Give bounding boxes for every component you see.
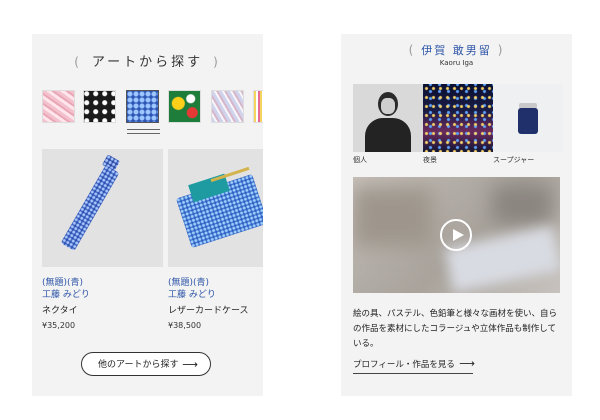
product-price: ¥35,200 — [42, 321, 76, 330]
video-blur-shape — [493, 185, 553, 225]
more-art-label: 他のアートから探す — [98, 360, 179, 370]
product-subtitle[interactable]: (無題)(青) — [168, 277, 263, 289]
video-blur-shape — [353, 187, 433, 247]
night-lights — [423, 84, 493, 152]
art-search-card: ( アートから探す) (無題)(青) 工藤 みどり ネクタイ ¥35,200 (無… — [32, 34, 263, 396]
paren-close: ) — [213, 55, 221, 69]
art-thumbnail-black-dots[interactable] — [83, 90, 116, 123]
profile-link-label: プロフィール・作品を見る — [353, 360, 455, 370]
gallery-image-portrait[interactable] — [353, 84, 423, 152]
portrait-face — [381, 98, 395, 114]
product-artist[interactable]: 工藤 みどり — [168, 289, 263, 302]
gallery-image-night-view[interactable] — [423, 84, 493, 152]
product-image-card-case[interactable] — [168, 149, 263, 267]
title-text: アートから探す — [91, 55, 204, 70]
artist-video[interactable] — [353, 177, 560, 293]
jar-body — [518, 108, 538, 134]
art-search-title: ( アートから探す) — [32, 51, 263, 70]
product-card[interactable]: (無題)(青) 工藤 みどり ネクタイ ¥35,200 — [42, 149, 163, 332]
artist-romanized-name: Kaoru Iga — [439, 59, 474, 67]
selected-indicator — [127, 129, 160, 134]
play-icon[interactable] — [440, 219, 472, 251]
paren-open: ( — [74, 55, 82, 69]
profile-link[interactable]: プロフィール・作品を見る ⟶ — [353, 357, 475, 374]
artist-bio: 絵の具、パステル、色鉛筆と様々な画材を使い、自らの作品を素材にしたコラージュや立… — [353, 309, 558, 349]
product-price: ¥38,500 — [168, 321, 202, 330]
gallery-label: スープジャー — [493, 156, 535, 164]
art-thumbnail-pink[interactable] — [42, 90, 75, 123]
paren-close: ) — [497, 43, 505, 57]
artist-name-text: 伊賀 敢男留 — [421, 44, 492, 57]
play-triangle — [453, 229, 464, 241]
gallery-label: 個人 — [353, 156, 367, 164]
product-card[interactable]: (無題)(青) 工藤 みどり レザーカードケース ¥38,500 — [168, 149, 263, 332]
arrow-right-icon: ⟶ — [182, 358, 198, 371]
art-thumbnail-stripes[interactable] — [253, 90, 263, 123]
art-thumbnail-flowers[interactable] — [168, 90, 201, 123]
product-name[interactable]: レザーカードケース — [168, 305, 263, 318]
gallery-label: 夜景 — [423, 156, 437, 164]
product-image-tie[interactable] — [42, 149, 163, 267]
more-art-button[interactable]: 他のアートから探す ⟶ — [81, 352, 211, 376]
arrow-right-icon: ⟶ — [459, 357, 475, 370]
product-subtitle[interactable]: (無題)(青) — [42, 277, 163, 289]
product-name[interactable]: ネクタイ — [42, 305, 163, 318]
tie-shape — [60, 165, 120, 251]
artist-name[interactable]: (伊賀 敢男留) — [341, 42, 572, 58]
art-thumbnail-strip — [42, 90, 263, 130]
gallery-image-soup-jar[interactable] — [493, 84, 563, 152]
product-artist[interactable]: 工藤 みどり — [42, 289, 163, 302]
portrait-body — [365, 118, 411, 152]
artist-card: (伊賀 敢男留) Kaoru Iga 個人 夜景 スープジャー 絵の具、パステル… — [341, 34, 572, 396]
art-thumbnail-lavender[interactable] — [211, 90, 244, 123]
art-thumbnail-blue-selected[interactable] — [126, 90, 159, 123]
